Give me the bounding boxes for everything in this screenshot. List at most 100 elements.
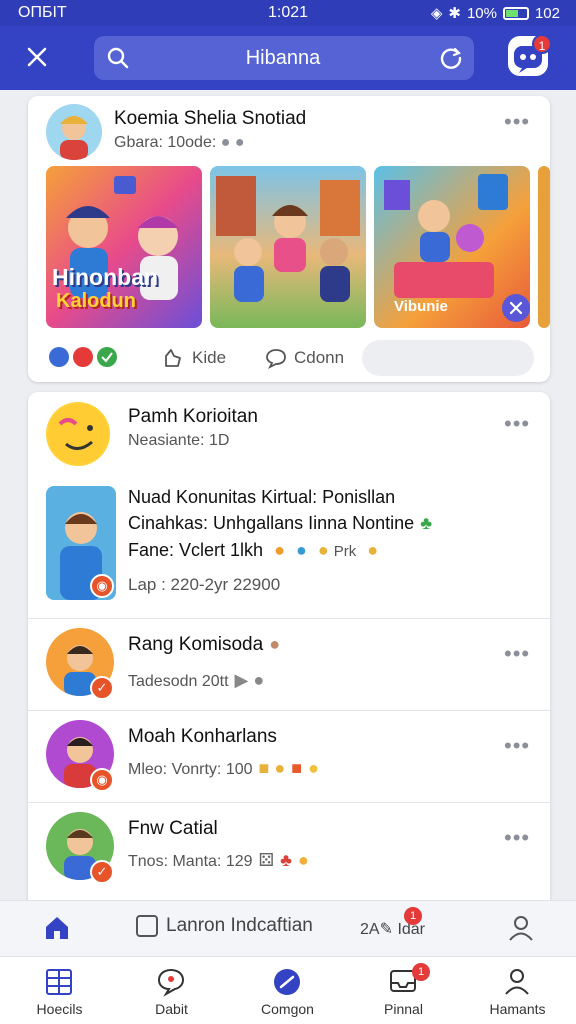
reaction-icons [49, 347, 117, 367]
row-subtitle-text: Mleo: Vonrty: 100 [128, 761, 253, 778]
post-author-name[interactable]: Koemia Shelia Snotiad [114, 108, 306, 130]
status-badge: ◉ [90, 574, 114, 598]
status-badge: ◉ [90, 768, 114, 792]
search-bar[interactable] [94, 36, 474, 80]
featured-line3-extra: Prk [333, 543, 357, 560]
comment-input[interactable] [362, 340, 534, 376]
row-title[interactable]: Moah Konharlans [128, 726, 277, 748]
emoji-icon: ● [297, 850, 309, 870]
divider [28, 710, 550, 711]
post-meta-text: Gbara: 10ode: [114, 134, 217, 151]
chat-icon [157, 968, 185, 997]
status-badge: ✓ [90, 676, 114, 700]
tab-label: Dabit [155, 1001, 188, 1017]
comment-label: Cdonn [294, 348, 345, 367]
media-tile[interactable]: Vibunie [374, 166, 530, 328]
bottom-tab-bar: Hoecils Dabit Comgon Pinnal 1 Hamants [0, 956, 576, 1024]
reaction-summary[interactable] [48, 346, 120, 368]
tab-label: Comgon [261, 1001, 314, 1017]
filter-toggle[interactable]: Lanron Indcaftian [136, 915, 313, 937]
bluetooth-icon: ✱ [448, 5, 461, 22]
row-subtitle-text: Tadesodn 20tt [128, 673, 229, 690]
emoji-icon: ■ ● [258, 758, 286, 778]
comment-button[interactable]: Cdonn [264, 346, 344, 370]
dismiss-button[interactable] [502, 294, 530, 322]
row-subtitle: Tnos: Manta: 129 ⚄ ♣ ● [128, 850, 309, 871]
comment-icon [266, 349, 286, 370]
divider [28, 802, 550, 803]
status-indicators: ◈ ✱ 10% 102 [430, 4, 560, 23]
tab-label: Hoecils [36, 1001, 83, 1017]
feed-meta: Neasiante: 1D [128, 432, 230, 449]
globe-icon: ● ● [220, 134, 245, 151]
top-header: 1 [0, 26, 576, 90]
tile-subtitle: Kalodun [56, 290, 136, 312]
search-icon [107, 47, 129, 69]
more-options-button[interactable]: ••• [504, 735, 534, 757]
more-options-button[interactable]: ••• [504, 413, 534, 435]
status-badge: ✓ [90, 860, 114, 884]
battery-percent: 10% [466, 4, 497, 22]
compass-icon [274, 969, 300, 995]
featured-line1: Nuad Konunitas Kirtual: Ponisllan [128, 487, 396, 507]
feed-author-name[interactable]: Pamh Korioitan [128, 406, 258, 428]
author-avatar[interactable] [46, 402, 110, 466]
clover-icon: ♣ [420, 513, 432, 533]
more-options-button[interactable]: ••• [504, 643, 534, 665]
emoji-icon: ● [269, 634, 281, 654]
divider [28, 618, 550, 619]
emoji-icon: ● [274, 540, 285, 560]
person-avatar-icon [60, 116, 88, 160]
person-icon [505, 969, 529, 995]
more-options-button[interactable]: ••• [504, 827, 534, 849]
tab-comgon[interactable]: Comgon [230, 957, 345, 1024]
tile-title: Hinonban [52, 264, 159, 290]
media-tile-peek[interactable] [538, 166, 550, 328]
media-tile[interactable]: Hinonban Kalodun [46, 166, 202, 328]
home-icon[interactable] [42, 913, 72, 943]
post-meta: Gbara: 10ode: ● ● [114, 134, 245, 152]
media-tile[interactable] [210, 166, 366, 328]
featured-thumbnail[interactable]: ◉ [46, 486, 116, 600]
tab-home[interactable]: Hoecils [2, 957, 117, 1024]
emoji-icon: ♣ [280, 850, 292, 870]
row-title-text: Rang Komisoda [128, 634, 264, 655]
tab-hamants[interactable]: Hamants [460, 957, 575, 1024]
grid-list-icon [46, 969, 72, 995]
notification-badge: 1 [404, 907, 422, 925]
like-icon [165, 349, 181, 367]
data-icon: ◈ [430, 5, 443, 22]
row-title[interactable]: Fnw Catial [128, 818, 218, 840]
status-bar: ОПБIT 1:021 ◈ ✱ 10% 102 [0, 0, 576, 26]
more-options-button[interactable]: ••• [504, 111, 534, 133]
like-label: Kide [192, 348, 227, 367]
emoji-icon: ● [308, 758, 320, 778]
profile-icon[interactable] [506, 913, 536, 943]
featured-post[interactable]: Nuad Konunitas Kirtual: Ponisllan Cinahk… [128, 484, 538, 604]
row-title[interactable]: Rang Komisoda ● [128, 634, 280, 656]
filter-label: Lanron Indcaftian [166, 915, 313, 936]
tab-dabit[interactable]: Dabit [114, 957, 229, 1024]
featured-line3-text: Fane: Vclert 1lkh [128, 540, 264, 560]
children-playing-illustration [216, 176, 360, 302]
like-button[interactable]: Kide [162, 346, 226, 370]
tile-title: Vibunie [394, 298, 448, 315]
featured-line2-text: Cinahkas: Unhgallans Iinna Nontine [128, 513, 415, 533]
tab-label: Pinnal [384, 1001, 423, 1017]
emoji-icon: ● [317, 540, 329, 560]
close-icon [509, 301, 523, 315]
checkbox[interactable] [136, 915, 158, 937]
search-input[interactable] [138, 36, 428, 80]
tab-pinnal[interactable]: Pinnal 1 [346, 957, 461, 1024]
close-button[interactable] [22, 42, 52, 72]
row-subtitle: Mleo: Vonrty: 100 ■ ● ■ ● [128, 758, 319, 779]
refresh-icon[interactable] [438, 45, 464, 71]
dice-icon: ⚄ [258, 850, 275, 870]
close-icon [27, 47, 47, 67]
author-avatar[interactable] [46, 104, 102, 160]
play-icon: ▶ ● [234, 670, 265, 690]
feed-card: Pamh Korioitan Neasiante: 1D ••• ◉ Nuad … [28, 392, 550, 912]
featured-line4: Lap : 220-2yr 22900 [128, 575, 281, 594]
smiley-icon [48, 404, 108, 464]
secondary-toolbar: Lanron Indcaftian 2A✎ Idar 1 [0, 900, 576, 956]
